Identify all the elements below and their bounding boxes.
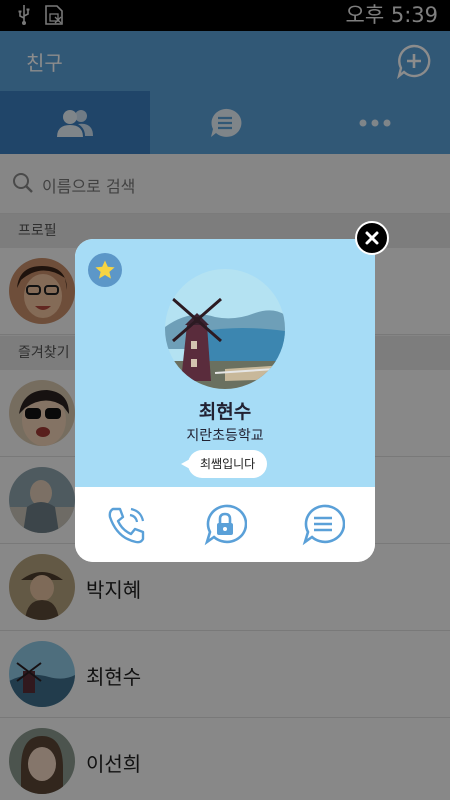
popup-name: 최현수 bbox=[198, 401, 252, 423]
profile-photo[interactable] bbox=[165, 269, 285, 389]
close-button[interactable] bbox=[355, 221, 389, 255]
star-icon bbox=[95, 260, 115, 279]
secret-chat-icon[interactable] bbox=[203, 503, 247, 547]
favorite-star-button[interactable] bbox=[88, 253, 122, 287]
status-message: 최쌤입니다 bbox=[180, 450, 268, 478]
popup-school: 지란초등학교 bbox=[186, 428, 264, 444]
profile-popup: 최현수 지란초등학교 최쌤입니다 bbox=[75, 239, 375, 562]
popup-header: 최현수 지란초등학교 최쌤입니다 bbox=[75, 239, 375, 487]
close-icon bbox=[365, 231, 379, 245]
phone-icon[interactable] bbox=[105, 503, 149, 547]
chat-icon[interactable] bbox=[301, 503, 345, 547]
